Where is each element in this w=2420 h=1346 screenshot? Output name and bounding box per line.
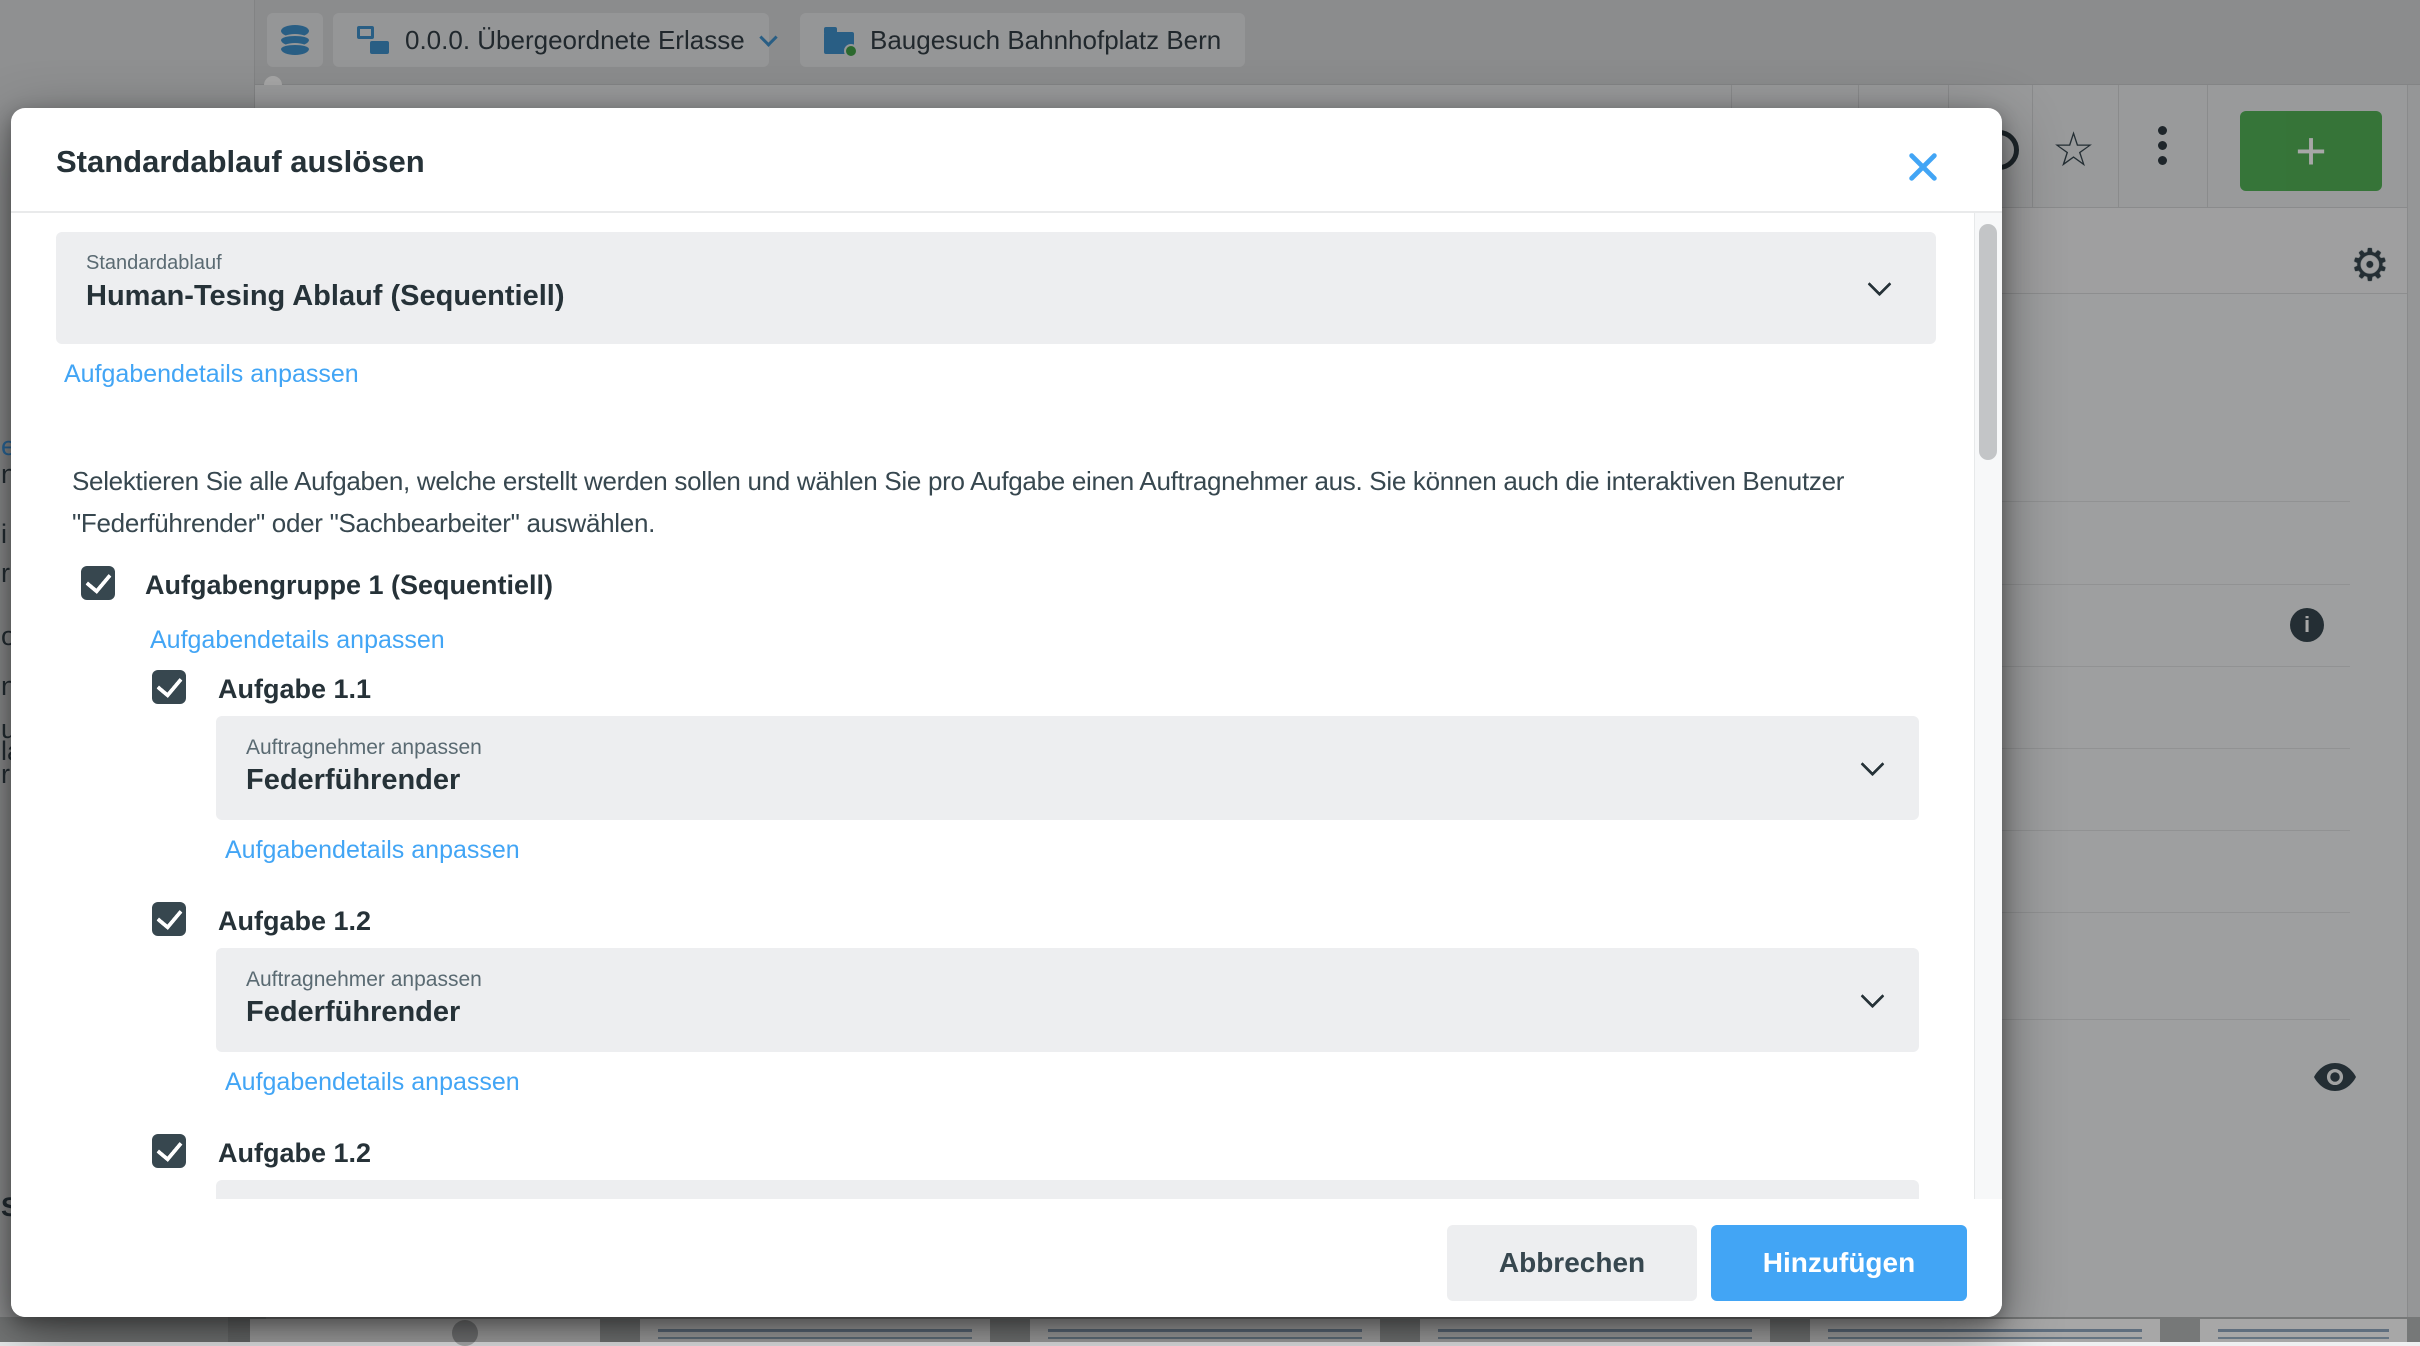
dialog-footer (11, 1199, 2002, 1317)
dialog-description: Selektieren Sie alle Aufgaben, welche er… (72, 460, 1972, 544)
select-label: Auftragnehmer anpassen (246, 968, 482, 992)
group-label: Aufgabengruppe 1 (Sequentiell) (145, 570, 553, 601)
assignee-select[interactable]: Auftragnehmer anpassen Federführender (216, 716, 1919, 820)
standardablauf-select[interactable]: Standardablauf Human-Tesing Ablauf (Sequ… (56, 232, 1936, 344)
select-value: Federführender (246, 996, 460, 1029)
assignee-select-clipped[interactable] (216, 1180, 1919, 1199)
task-checkbox[interactable] (152, 902, 186, 936)
task-details-link[interactable]: Aufgabendetails anpassen (225, 1068, 520, 1097)
task-label: Aufgabe 1.2 (218, 1138, 371, 1169)
assignee-select[interactable]: Auftragnehmer anpassen Federführender (216, 948, 1919, 1052)
task-label: Aufgabe 1.2 (218, 906, 371, 937)
header-divider (11, 211, 2002, 213)
select-value: Human-Tesing Ablauf (Sequentiell) (86, 280, 565, 313)
select-value: Federführender (246, 764, 460, 797)
task-details-link[interactable]: Aufgabendetails anpassen (225, 836, 520, 865)
dialog-scrollbar-thumb[interactable] (1979, 224, 1997, 460)
chevron-down-icon (1860, 984, 1884, 1008)
group-details-link[interactable]: Aufgabendetails anpassen (150, 626, 445, 655)
close-button[interactable] (1904, 148, 1942, 186)
chevron-down-icon (1860, 752, 1884, 776)
close-icon (1906, 150, 1940, 184)
select-label: Auftragnehmer anpassen (246, 736, 482, 760)
select-label: Standardablauf (86, 252, 222, 275)
submit-button[interactable]: Hinzufügen (1711, 1225, 1967, 1301)
task-checkbox[interactable] (152, 1134, 186, 1168)
cancel-button[interactable]: Abbrechen (1447, 1225, 1697, 1301)
standardablauf-dialog: Standardablauf auslösen Standardablauf H… (11, 108, 2002, 1317)
group-checkbox[interactable] (81, 566, 115, 600)
chevron-down-icon (1867, 272, 1891, 296)
dialog-title: Standardablauf auslösen (56, 144, 425, 180)
flow-details-link[interactable]: Aufgabendetails anpassen (64, 360, 359, 389)
task-checkbox[interactable] (152, 670, 186, 704)
task-label: Aufgabe 1.1 (218, 674, 371, 705)
